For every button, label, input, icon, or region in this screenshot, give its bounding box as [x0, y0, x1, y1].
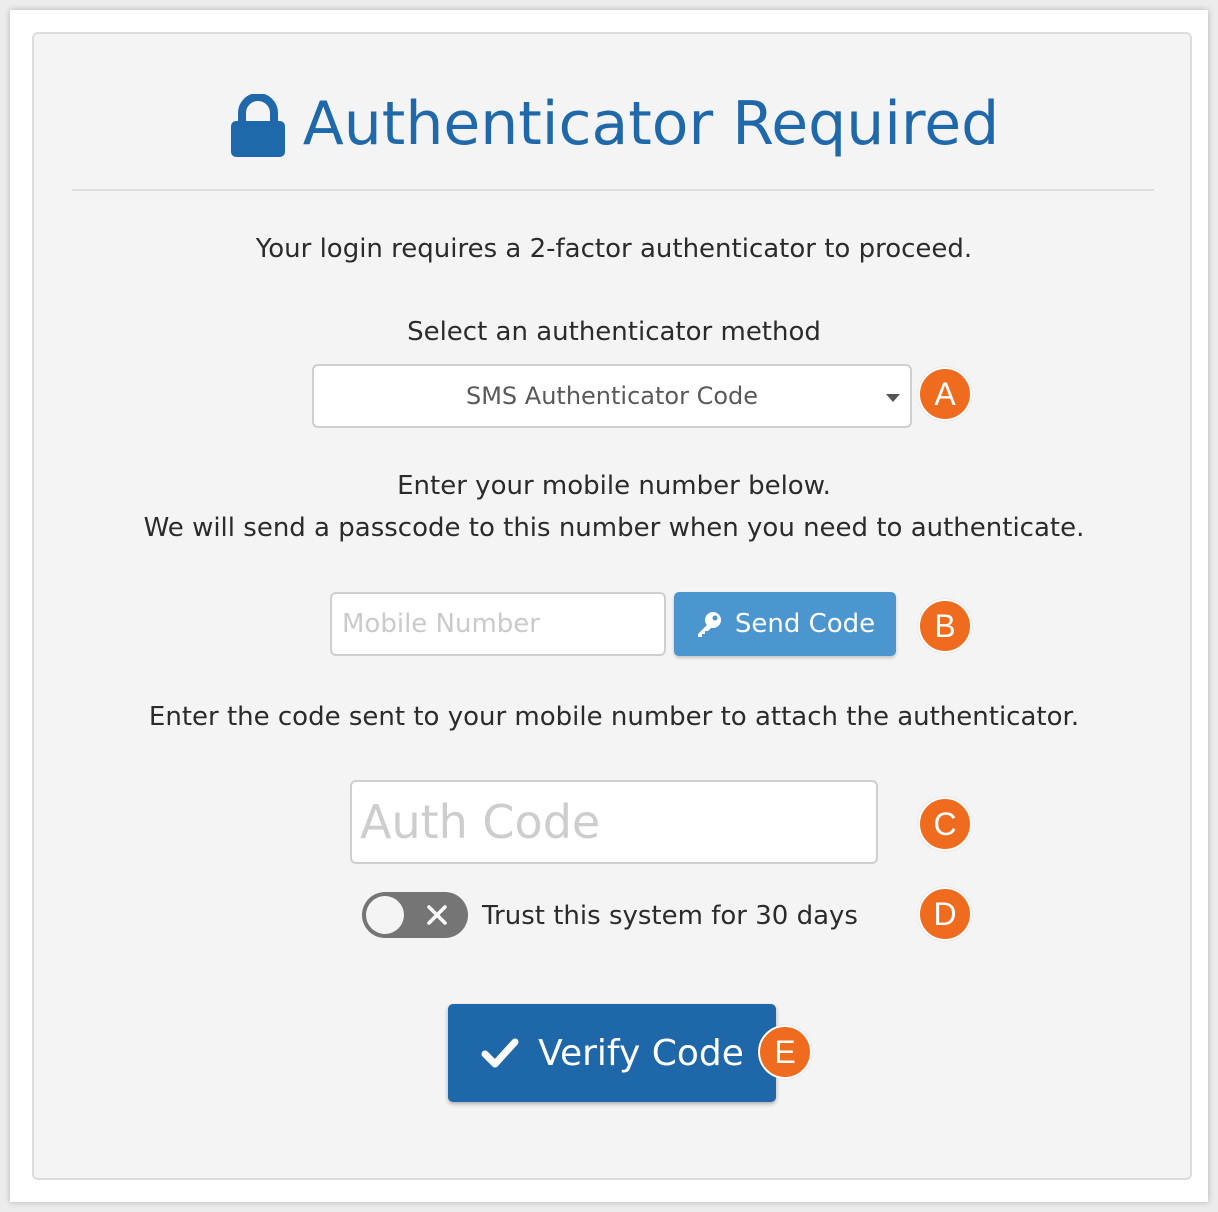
verify-code-button[interactable]: Verify Code	[448, 1004, 776, 1102]
intro-text: Your login requires a 2-factor authentic…	[255, 234, 973, 264]
send-code-label: Send Code	[734, 609, 876, 639]
caret-down-icon	[886, 394, 900, 402]
mobile-instructions-line1: Enter your mobile number below.	[397, 471, 831, 501]
mobile-number-placeholder: Mobile Number	[342, 609, 540, 639]
callout-badge-a: A	[918, 367, 972, 421]
mobile-number-input[interactable]: Mobile Number	[330, 592, 666, 656]
verify-code-label: Verify Code	[538, 1032, 744, 1074]
selected-method: SMS Authenticator Code	[465, 382, 759, 410]
close-icon	[427, 905, 447, 925]
checkmark-icon	[481, 1038, 519, 1068]
lock-icon	[230, 94, 285, 157]
auth-code-placeholder: Auth Code	[360, 795, 601, 849]
key-icon	[697, 612, 721, 637]
callout-badge-d: D	[918, 887, 972, 941]
toggle-knob	[366, 896, 404, 934]
trust-system-toggle[interactable]	[362, 892, 468, 938]
callout-badge-e: E	[758, 1025, 812, 1079]
screenshot-frame: Authenticator Required Your login requir…	[10, 10, 1208, 1202]
title-divider	[72, 189, 1154, 191]
auth-code-input[interactable]: Auth Code	[350, 780, 878, 864]
authenticator-method-select[interactable]: SMS Authenticator Code	[312, 364, 912, 428]
page-title-text: Authenticator Required	[302, 89, 1000, 159]
code-instructions: Enter the code sent to your mobile numbe…	[148, 702, 1080, 732]
callout-badge-c: C	[918, 797, 972, 851]
page-title: Authenticator Required	[34, 74, 1194, 174]
method-label: Select an authenticator method	[407, 317, 821, 347]
authenticator-panel: Authenticator Required Your login requir…	[32, 32, 1192, 1180]
mobile-instructions-line2: We will send a passcode to this number w…	[143, 513, 1085, 543]
callout-badge-b: B	[918, 599, 972, 653]
send-code-button[interactable]: Send Code	[674, 592, 896, 656]
trust-system-label: Trust this system for 30 days	[482, 901, 858, 931]
